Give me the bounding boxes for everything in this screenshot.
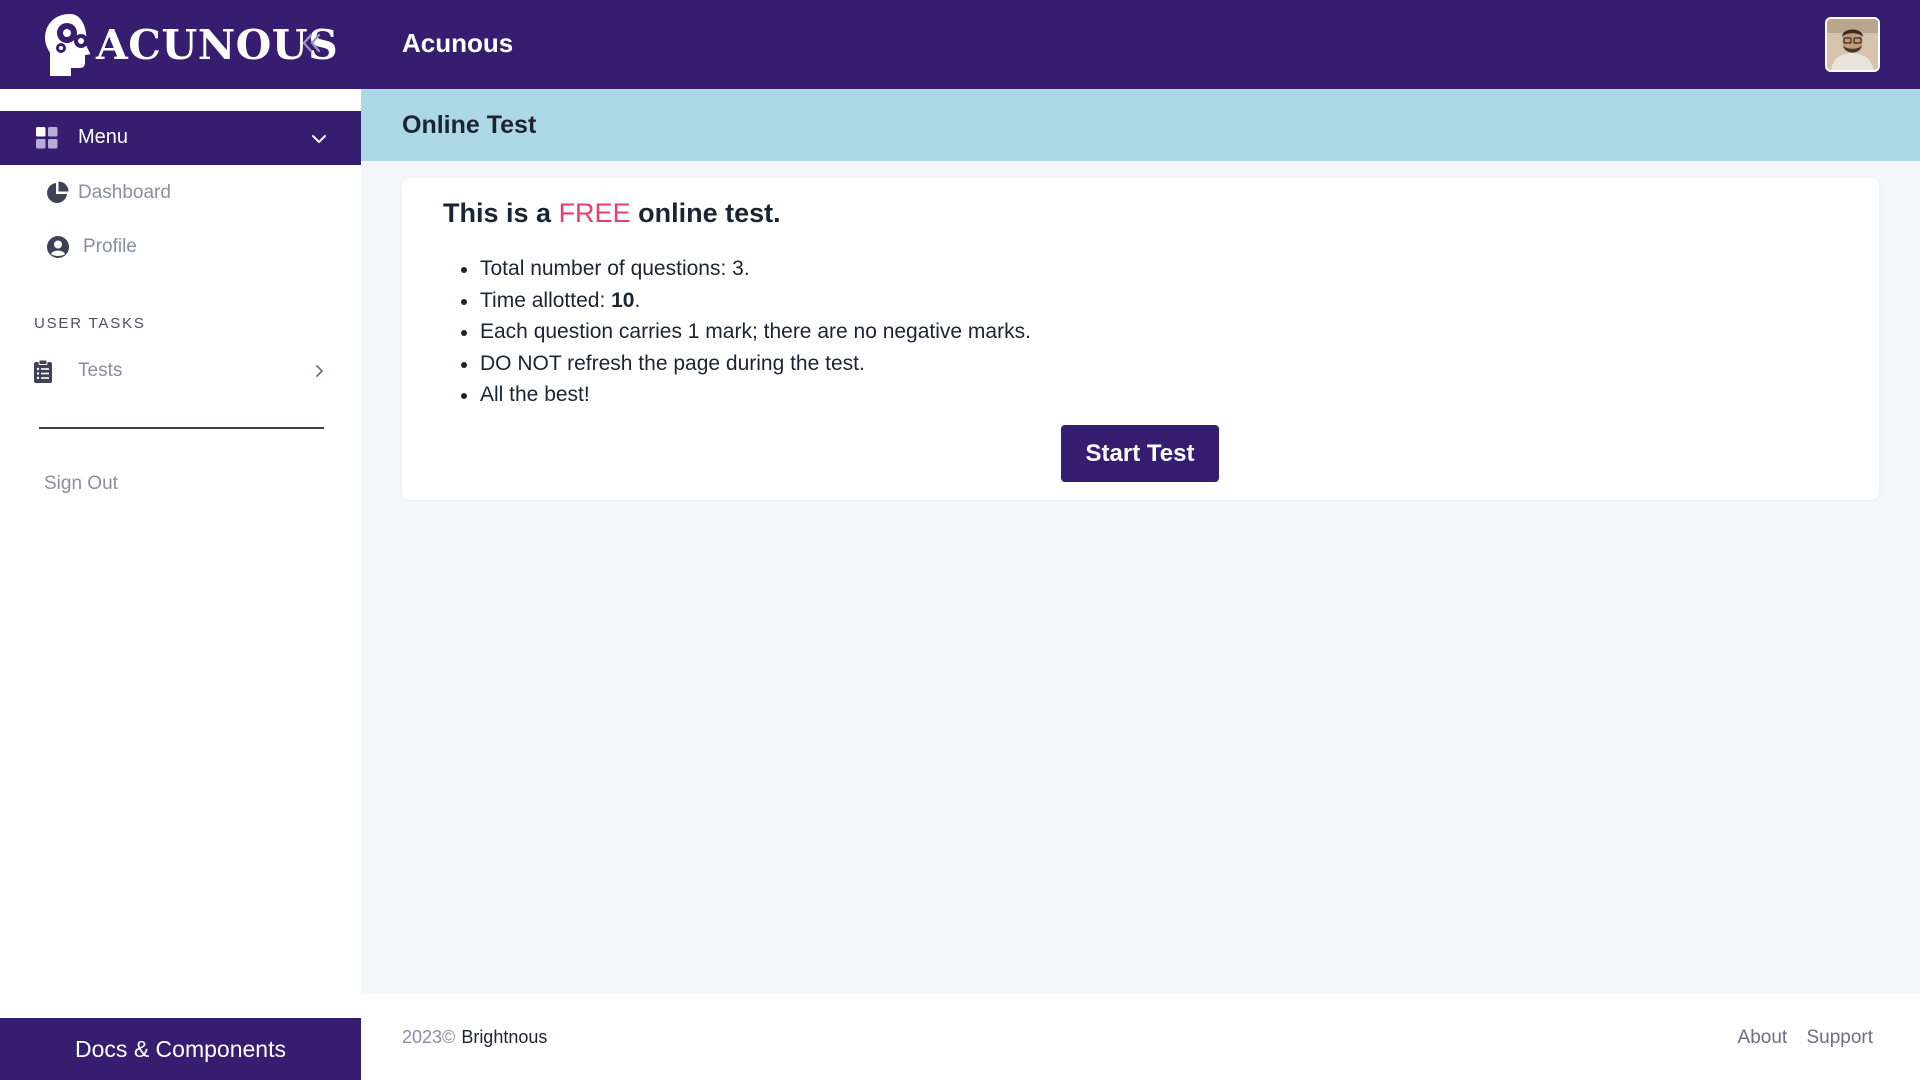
list-item: Time allotted: 10. [451,285,1031,317]
time-suffix: . [634,288,641,312]
sidebar-menu-toggle[interactable]: Menu [0,111,361,165]
footer-copyright: 2023© Brightnous [402,1027,547,1048]
list-item: DO NOT refresh the page during the test. [451,348,1031,380]
test-rules-list: Total number of questions: 3. Time allot… [451,253,1031,411]
time-value: 10 [611,288,635,312]
footer-link-support[interactable]: Support [1806,1027,1873,1048]
test-info-card: This is a FREE online test. Total number… [402,178,1879,500]
sidebar-item-label: Profile [83,236,137,257]
card-heading: This is a FREE online test. [443,198,781,229]
sidebar-item-dashboard[interactable]: Dashboard [0,173,361,213]
list-item: Total number of questions: 3. [451,253,1031,285]
menu-label: Menu [78,126,129,148]
footer-links: About Support [1724,1027,1873,1049]
brain-head-logo-icon [42,11,94,78]
free-highlight: FREE [558,198,631,228]
sidebar: Menu Dashboard Profile USER TASKS Tests … [0,89,361,1080]
brand[interactable]: ACUNOUS [40,10,338,80]
sidebar-item-label: Tests [78,360,123,381]
user-circle-icon [47,236,69,258]
list-item: All the best! [451,379,1031,411]
sign-out-link[interactable]: Sign Out [44,473,118,495]
footer: 2023© Brightnous About Support [361,994,1920,1080]
sidebar-item-profile[interactable]: Profile [0,227,361,267]
user-avatar[interactable] [1825,17,1880,72]
footer-owner-link[interactable]: Brightnous [461,1027,547,1047]
sidebar-item-tests[interactable]: Tests [0,351,361,391]
heading-text-pre: This is a [443,198,552,228]
sidebar-divider [39,427,324,429]
sidebar-item-label: Dashboard [78,182,171,203]
chevron-right-icon [316,365,323,377]
page-header: Online Test [361,89,1920,161]
app-title: Acunous [402,28,514,58]
chevron-down-icon [312,135,326,143]
avatar-photo [1827,19,1878,70]
copyright-year: 2023© [402,1027,456,1047]
time-label: Time allotted: [480,288,612,312]
clipboard-icon [34,359,52,383]
list-item: Each question carries 1 mark; there are … [451,316,1031,348]
heading-text-post: online test. [638,198,781,228]
sidebar-collapse-button[interactable] [296,28,326,58]
footer-link-about[interactable]: About [1738,1027,1788,1048]
pie-chart-icon [47,181,69,203]
grid-icon [36,127,58,149]
double-chevron-left-icon [302,33,321,53]
start-test-button[interactable]: Start Test [1061,425,1219,482]
page-title: Online Test [402,111,537,139]
docs-components-button[interactable]: Docs & Components [0,1018,361,1080]
top-bar: ACUNOUS Acunous [0,0,1920,89]
section-title-user-tasks: USER TASKS [34,315,146,332]
